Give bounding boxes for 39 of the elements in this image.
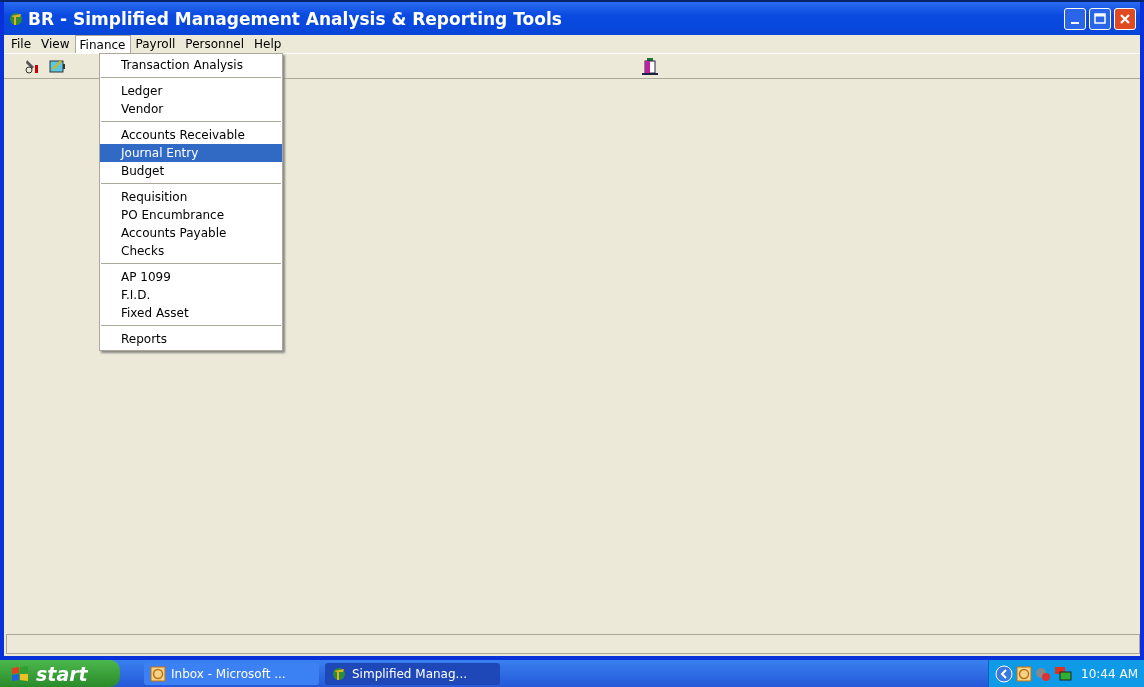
close-button[interactable] bbox=[1114, 7, 1136, 30]
notepad-icon[interactable] bbox=[48, 57, 66, 75]
menu-option[interactable]: Accounts Receivable bbox=[100, 126, 282, 144]
menu-item[interactable]: Finance bbox=[74, 35, 131, 53]
chevron-icon[interactable] bbox=[995, 664, 1014, 683]
window-title: BR - Simplified Management Analysis & Reporting Tools bbox=[28, 8, 562, 29]
menu-option[interactable]: AP 1099 bbox=[100, 268, 282, 286]
menu-option[interactable]: Accounts Payable bbox=[100, 224, 282, 242]
menu-option[interactable]: PO Encumbrance bbox=[100, 206, 282, 224]
menu-item[interactable]: View bbox=[36, 35, 75, 53]
minimize-button[interactable] bbox=[1064, 7, 1086, 30]
maximize-icon bbox=[1094, 12, 1106, 25]
menu-option[interactable]: Requisition bbox=[100, 188, 282, 206]
menu-item[interactable]: Payroll bbox=[130, 35, 181, 53]
app-logo-icon bbox=[8, 10, 24, 27]
menu-option[interactable]: Checks bbox=[100, 242, 282, 260]
menu-option[interactable]: Budget bbox=[100, 162, 282, 180]
app-logo-icon bbox=[331, 665, 347, 682]
menu-option[interactable]: Ledger bbox=[100, 82, 282, 100]
menu-option[interactable]: Journal Entry bbox=[100, 144, 282, 162]
clock-icon[interactable] bbox=[1016, 665, 1033, 682]
menu-option[interactable]: Vendor bbox=[100, 100, 282, 118]
clock: 10:44 AM bbox=[1081, 666, 1138, 681]
close-icon bbox=[1119, 12, 1131, 25]
minimize-icon bbox=[1071, 21, 1079, 24]
menu-item[interactable]: File bbox=[6, 35, 37, 53]
taskbar-button[interactable]: Inbox - Microsoft ... bbox=[144, 662, 319, 685]
menu-option[interactable]: Fixed Asset bbox=[100, 304, 282, 322]
menu-item[interactable]: Personnel bbox=[180, 35, 249, 53]
door-icon[interactable] bbox=[640, 57, 660, 75]
windows-flag-icon bbox=[10, 664, 30, 683]
menu-option[interactable]: F.I.D. bbox=[100, 286, 282, 304]
menu-option[interactable]: Transaction Analysis bbox=[100, 56, 282, 74]
menu-item[interactable]: Help bbox=[249, 35, 287, 53]
monitor-icon[interactable] bbox=[1054, 665, 1073, 682]
clock-icon bbox=[150, 665, 166, 682]
taskbar-button[interactable]: Simplified Manag... bbox=[325, 662, 500, 685]
menu-option[interactable]: Reports bbox=[100, 330, 282, 348]
maximize-button[interactable] bbox=[1089, 7, 1111, 30]
